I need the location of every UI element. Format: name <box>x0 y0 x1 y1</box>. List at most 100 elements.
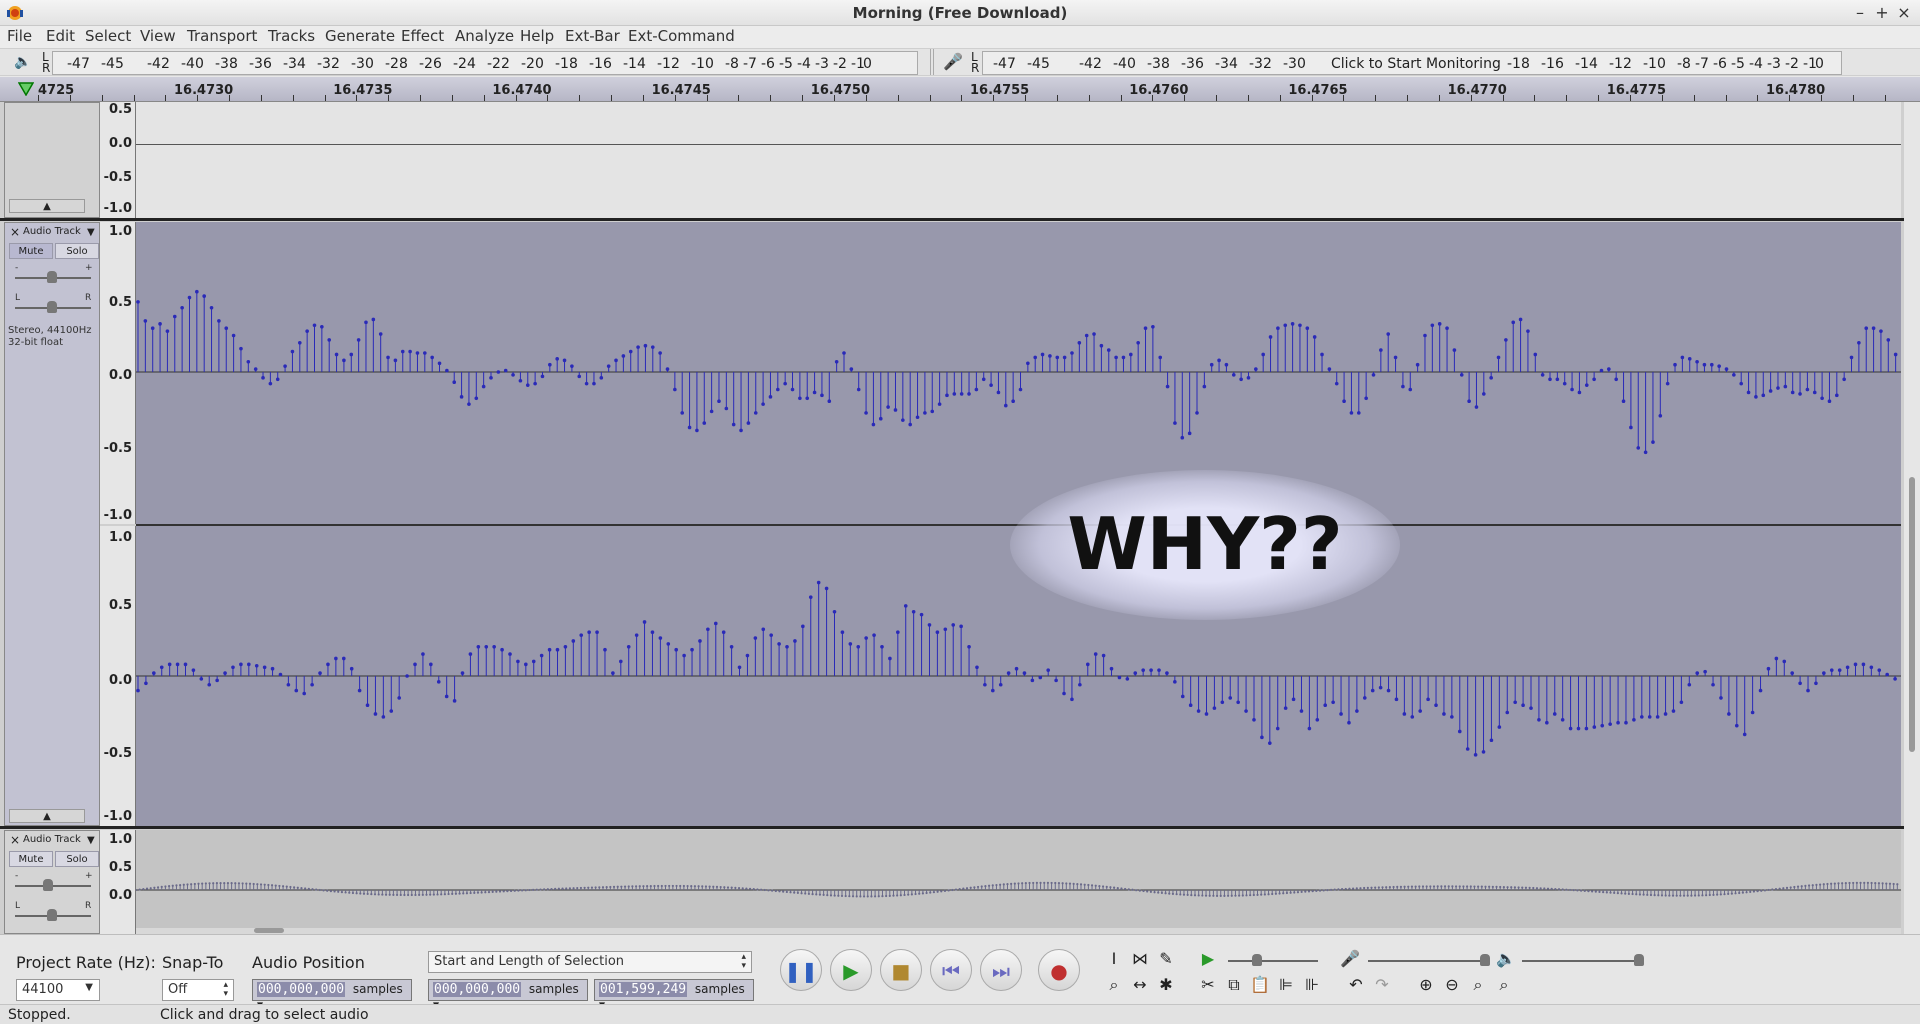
project-rate-select[interactable]: 44100 ▼ <box>16 979 100 1001</box>
selection-tool-icon[interactable]: I <box>1102 947 1126 971</box>
selection-mode-select[interactable]: Start and Length of Selection ▴ ▾ <box>428 951 752 973</box>
recording-volume-slider[interactable] <box>1368 960 1488 962</box>
draw-tool-icon[interactable]: ✎ <box>1154 947 1178 971</box>
gain-slider[interactable] <box>15 885 91 887</box>
gain-slider-thumb[interactable] <box>47 271 57 283</box>
fit-project-icon[interactable]: ⌕ <box>1492 973 1516 997</box>
vertical-scrollbar-thumb[interactable] <box>1909 477 1915 752</box>
microphone-icon[interactable]: 🎤 <box>943 52 963 71</box>
paste-icon[interactable]: 📋 <box>1248 973 1272 997</box>
menu-ext-bar[interactable]: Ext-Bar <box>565 27 620 45</box>
waveform-left-channel[interactable] <box>136 222 1901 524</box>
skip-to-end-button[interactable]: ⏭ <box>980 949 1022 991</box>
track-control-panel-top[interactable]: ▲ <box>4 102 100 218</box>
sample-point <box>1323 703 1328 707</box>
menu-edit[interactable]: Edit <box>46 27 75 45</box>
collapse-track-button[interactable]: ▲ <box>9 809 85 823</box>
solo-button[interactable]: Solo <box>55 243 99 259</box>
vertical-scrollbar[interactable] <box>1904 102 1920 934</box>
recording-volume-slider-thumb[interactable] <box>1480 954 1490 966</box>
audio-position-field[interactable]: 000,000,000 samples ▼ <box>252 979 412 1011</box>
mute-button[interactable]: Mute <box>9 243 53 259</box>
sample-point <box>833 894 836 897</box>
sample-point <box>782 890 785 893</box>
silence-icon[interactable]: ⊪ <box>1300 973 1324 997</box>
speaker-icon[interactable]: 🔈 <box>14 54 31 70</box>
record-button[interactable]: ● <box>1038 949 1080 991</box>
play-button[interactable]: ▶ <box>830 949 872 991</box>
menu-file[interactable]: File <box>7 27 32 45</box>
collapse-track-button[interactable]: ▲ <box>9 199 85 213</box>
track-control-panel-stereo[interactable]: × Audio Track ▼ Mute Solo - + L R Stereo… <box>4 222 100 826</box>
zoom-in-icon[interactable]: ⊕ <box>1414 973 1438 997</box>
playback-volume-slider-thumb[interactable] <box>1634 954 1644 966</box>
sample-point <box>888 656 892 661</box>
sample-point <box>440 893 443 896</box>
redo-icon[interactable]: ↷ <box>1370 973 1394 997</box>
playback-volume-slider[interactable] <box>1522 960 1642 962</box>
menu-tracks[interactable]: Tracks <box>268 27 315 45</box>
pan-slider-thumb[interactable] <box>47 301 57 313</box>
play-at-speed-icon[interactable]: ▶ <box>1196 947 1220 971</box>
snap-to-select[interactable]: Off ▴ ▾ <box>162 979 234 1001</box>
vertical-scale-top[interactable]: 0.5 0.0 -0.5 -1.0 <box>100 102 136 218</box>
sample-point <box>429 662 433 667</box>
menu-effect[interactable]: Effect <box>401 27 444 45</box>
envelope-tool-icon[interactable]: ⋈ <box>1128 947 1152 971</box>
maximize-button[interactable]: + <box>1870 1 1894 25</box>
menu-analyze[interactable]: Analyze <box>455 27 514 45</box>
play-speed-slider[interactable] <box>1228 960 1318 962</box>
record-meter[interactable]: -47 -45 -42 -40 -38 -36 -34 -32 -30 Click to Star… <box>982 51 1842 75</box>
waveform-third[interactable] <box>136 830 1901 934</box>
menu-view[interactable]: View <box>140 27 176 45</box>
mute-button[interactable]: Mute <box>9 851 53 867</box>
selection-start-field[interactable]: 000,000,000 samples ▼ <box>428 979 588 1011</box>
undo-icon[interactable]: ↶ <box>1344 973 1368 997</box>
horizontal-scrollbar-thumb[interactable] <box>254 928 284 933</box>
stop-button[interactable]: ■ <box>880 949 922 991</box>
trim-icon[interactable]: ⊫ <box>1274 973 1298 997</box>
copy-icon[interactable]: ⧉ <box>1222 973 1246 997</box>
menu-select[interactable]: Select <box>85 27 131 45</box>
gain-slider-thumb[interactable] <box>43 879 53 891</box>
pause-button[interactable]: ❚❚ <box>780 949 822 991</box>
close-track-icon[interactable]: × <box>8 225 22 239</box>
menu-transport[interactable]: Transport <box>187 27 257 45</box>
fit-selection-icon[interactable]: ⌕ <box>1466 973 1490 997</box>
sample-point <box>327 338 332 342</box>
sample-point <box>842 351 846 355</box>
waveform-top[interactable] <box>136 102 1901 218</box>
track-area[interactable]: ▲ 0.5 0.0 -0.5 -1.0 × Audio Track ▼ Mute… <box>0 102 1904 934</box>
timeline-ruler[interactable]: 4725 16.4730 16.4735 16.4740 16.4745 16.4750 1… <box>0 77 1920 102</box>
time-shift-tool-icon[interactable]: ↔ <box>1128 973 1152 997</box>
pan-slider-thumb[interactable] <box>47 909 57 921</box>
close-track-icon[interactable]: × <box>8 833 22 847</box>
playback-meter[interactable]: -47 -45 -42 -40 -38 -36 -34 -32 -30 -28 -26 -24 -22-… <box>52 51 918 75</box>
menu-ext-command[interactable]: Ext-Command <box>628 27 735 45</box>
track-menu-dropdown-icon[interactable]: ▼ <box>87 835 95 846</box>
zoom-tool-icon[interactable]: ⌕ <box>1102 973 1126 997</box>
sample-point <box>1727 892 1730 896</box>
cut-icon[interactable]: ✂ <box>1196 973 1220 997</box>
close-button[interactable]: × <box>1892 1 1916 25</box>
vertical-scale-third[interactable]: 1.0 0.5 0.0 <box>100 830 136 934</box>
play-head-icon[interactable] <box>18 82 34 96</box>
multi-tool-icon[interactable]: ✱ <box>1154 973 1178 997</box>
track-control-panel-third[interactable]: × Audio Track ▼ Mute Solo - + L R <box>4 830 100 934</box>
vertical-scale-left-channel[interactable]: 1.0 0.5 0.0 -0.5 -1.0 <box>100 222 136 524</box>
zoom-out-icon[interactable]: ⊖ <box>1440 973 1464 997</box>
selection-length-field[interactable]: 001,599,249 samples ▼ <box>594 979 754 1011</box>
vertical-scale-right-channel[interactable]: 1.0 0.5 0.0 -0.5 -1.0 <box>100 526 136 826</box>
start-monitoring-label[interactable]: Click to Start Monitoring <box>1331 56 1501 72</box>
minimize-button[interactable]: – <box>1848 1 1872 25</box>
menu-generate[interactable]: Generate <box>325 27 395 45</box>
play-speed-slider-thumb[interactable] <box>1252 954 1262 966</box>
sample-point <box>1352 887 1355 890</box>
menu-help[interactable]: Help <box>520 27 554 45</box>
skip-to-start-button[interactable]: ⏮ <box>930 949 972 991</box>
track-name[interactable]: Audio Track <box>23 226 81 237</box>
solo-button[interactable]: Solo <box>55 851 99 867</box>
track-name[interactable]: Audio Track <box>23 834 81 845</box>
track-menu-dropdown-icon[interactable]: ▼ <box>87 227 95 238</box>
sample-point <box>1340 888 1344 891</box>
